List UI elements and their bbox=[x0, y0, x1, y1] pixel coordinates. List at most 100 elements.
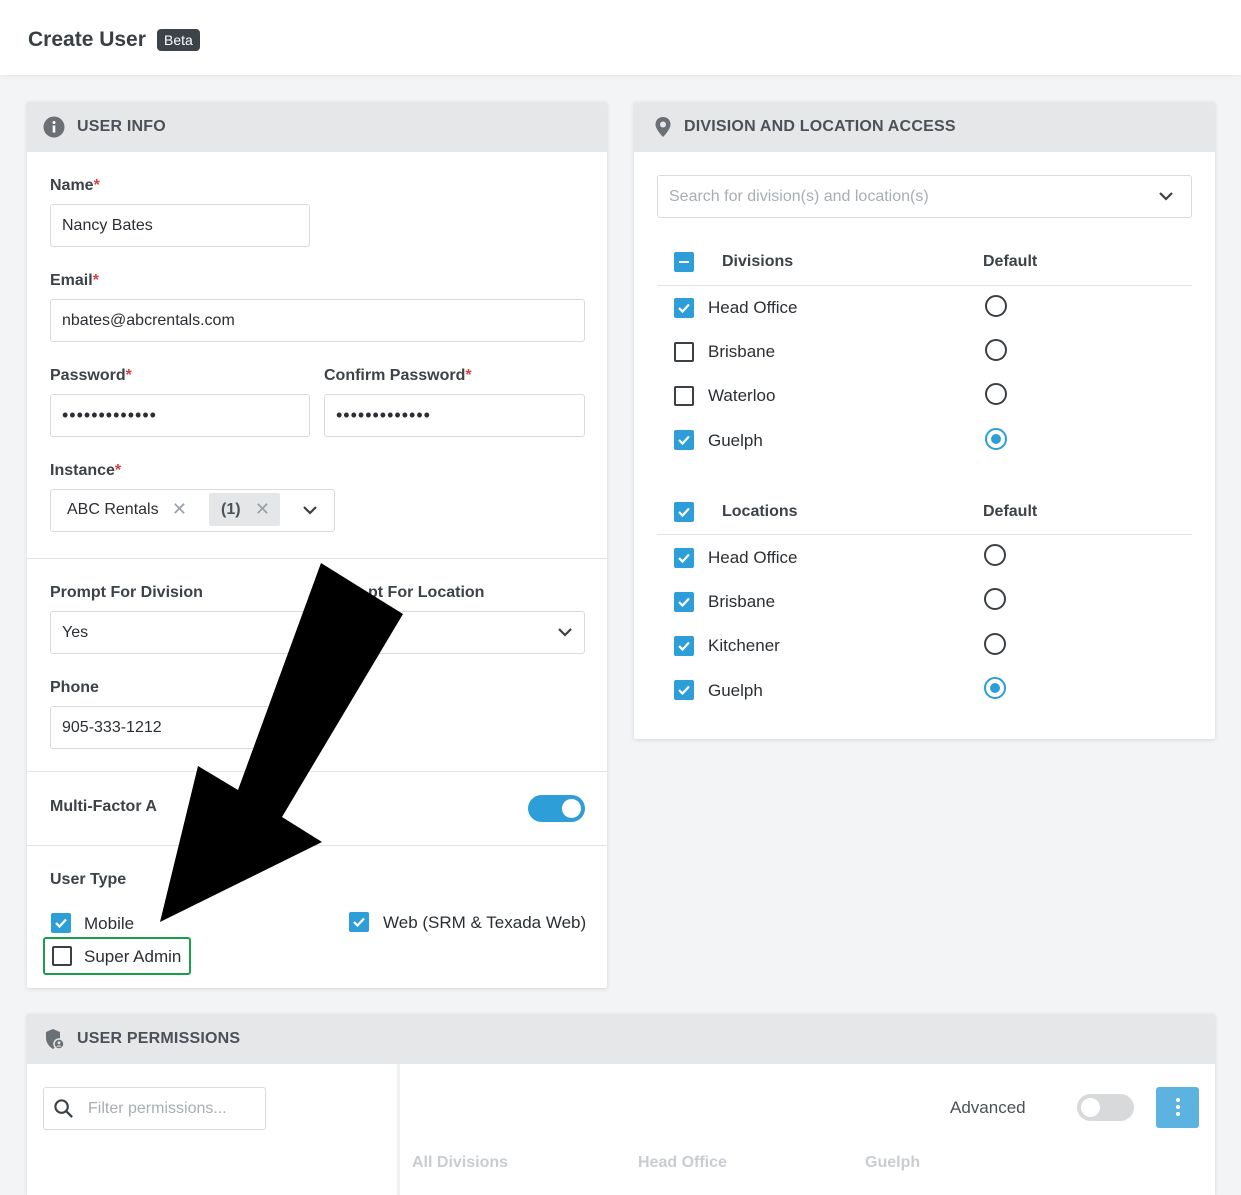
toggle-knob bbox=[562, 799, 581, 818]
email-label: Email* bbox=[50, 272, 99, 289]
web-label: Web (SRM & Texada Web) bbox=[383, 913, 587, 932]
location-checkbox-kitchener[interactable] bbox=[674, 636, 694, 656]
location-default-radio[interactable] bbox=[984, 588, 1006, 610]
divisions-header: Divisions bbox=[722, 253, 794, 270]
locations-select-all-checkbox[interactable] bbox=[674, 502, 694, 522]
check-icon bbox=[678, 685, 690, 696]
chevron-down-icon[interactable] bbox=[557, 627, 573, 637]
prompt-division-label: Prompt For Division bbox=[50, 584, 203, 601]
section-divider bbox=[27, 845, 607, 846]
division-name: Head Office bbox=[708, 298, 798, 317]
user-info-card: USER INFO Name* Nancy Bates Email* nbate… bbox=[27, 102, 607, 988]
check-icon bbox=[678, 435, 690, 446]
search-icon bbox=[54, 1099, 73, 1118]
permissions-title: USER PERMISSIONS bbox=[77, 1030, 241, 1047]
access-title: DIVISION AND LOCATION ACCESS bbox=[684, 118, 956, 135]
user-info-title: USER INFO bbox=[77, 118, 166, 135]
beta-badge: Beta bbox=[157, 29, 200, 51]
section-divider bbox=[27, 771, 607, 772]
location-name: Brisbane bbox=[708, 592, 776, 611]
check-icon bbox=[678, 597, 690, 608]
web-checkbox[interactable] bbox=[349, 912, 369, 932]
permissions-header: USER PERMISSIONS bbox=[27, 1014, 1215, 1064]
locations-default-header: Default bbox=[983, 503, 1038, 520]
instance-chip-abc-rentals: ABC Rentals ✕ bbox=[59, 493, 197, 526]
permissions-sidebar-divider bbox=[397, 1064, 400, 1195]
division-location-search[interactable]: Search for division(s) and location(s) bbox=[657, 175, 1192, 218]
super-admin-highlight bbox=[43, 937, 191, 975]
table-divider bbox=[657, 534, 1192, 535]
division-name: Waterloo bbox=[708, 386, 776, 405]
location-name: Guelph bbox=[708, 681, 763, 700]
division-default-radio[interactable] bbox=[985, 383, 1007, 405]
access-header: DIVISION AND LOCATION ACCESS bbox=[634, 102, 1215, 152]
check-icon bbox=[353, 917, 365, 928]
email-input[interactable]: nbates@abcrentals.com bbox=[50, 299, 585, 342]
remove-chip-icon[interactable]: ✕ bbox=[172, 493, 187, 526]
map-pin-icon bbox=[655, 117, 671, 137]
user-type-label: User Type bbox=[50, 871, 127, 888]
toggle-knob bbox=[1081, 1098, 1100, 1117]
division-name: Guelph bbox=[708, 431, 763, 450]
info-icon bbox=[43, 116, 65, 138]
prompt-location-label: pt For Location bbox=[368, 584, 485, 601]
division-default-radio[interactable] bbox=[985, 428, 1007, 450]
division-checkbox-head-office[interactable] bbox=[674, 298, 694, 318]
division-default-radio[interactable] bbox=[985, 295, 1007, 317]
filter-permissions-input[interactable]: Filter permissions... bbox=[43, 1087, 266, 1130]
division-name: Brisbane bbox=[708, 342, 776, 361]
chevron-down-icon[interactable] bbox=[1158, 191, 1174, 201]
location-checkbox-guelph[interactable] bbox=[674, 680, 694, 700]
instance-chip-count: (1) ✕ bbox=[209, 493, 280, 526]
check-icon bbox=[55, 918, 67, 929]
location-default-radio[interactable] bbox=[984, 544, 1006, 566]
division-default-radio[interactable] bbox=[985, 339, 1007, 361]
location-name: Kitchener bbox=[708, 636, 780, 655]
mfa-toggle[interactable] bbox=[528, 795, 585, 822]
access-card: DIVISION AND LOCATION ACCESS Search for … bbox=[634, 102, 1215, 739]
mobile-checkbox[interactable] bbox=[51, 913, 71, 933]
name-label: Name* bbox=[50, 177, 100, 194]
location-name: Head Office bbox=[708, 548, 798, 567]
password-input[interactable]: ••••••••••••• bbox=[50, 394, 310, 437]
more-options-button[interactable] bbox=[1156, 1087, 1199, 1128]
location-default-radio[interactable] bbox=[984, 677, 1006, 699]
permissions-card: USER PERMISSIONS Filter permissions... A… bbox=[27, 1014, 1215, 1195]
division-checkbox-guelph[interactable] bbox=[674, 430, 694, 450]
location-default-radio[interactable] bbox=[984, 633, 1006, 655]
phone-label: Phone bbox=[50, 679, 99, 696]
check-icon bbox=[678, 641, 690, 652]
section-divider bbox=[27, 558, 607, 559]
check-icon bbox=[678, 303, 690, 314]
instance-label: Instance* bbox=[50, 462, 122, 479]
advanced-toggle[interactable] bbox=[1077, 1094, 1134, 1121]
password-label: Password* bbox=[50, 367, 132, 384]
phone-input[interactable]: 905-333-1212 bbox=[50, 706, 310, 749]
divisions-select-all-checkbox[interactable] bbox=[674, 252, 694, 272]
column-header: Guelph bbox=[865, 1154, 921, 1171]
name-input[interactable]: Nancy Bates bbox=[50, 204, 310, 247]
check-icon bbox=[678, 507, 690, 518]
top-bar: Create User Beta bbox=[0, 0, 1241, 75]
advanced-label: Advanced bbox=[950, 1098, 1026, 1117]
remove-chip-icon[interactable]: ✕ bbox=[255, 493, 270, 526]
division-checkbox-brisbane[interactable] bbox=[674, 342, 694, 362]
divisions-default-header: Default bbox=[983, 253, 1038, 270]
more-vertical-icon bbox=[1176, 1098, 1180, 1102]
prompt-division-select[interactable]: Yes bbox=[50, 611, 585, 654]
page-title: Create User bbox=[28, 28, 146, 51]
confirm-password-input[interactable]: ••••••••••••• bbox=[324, 394, 585, 437]
shield-user-icon bbox=[46, 1029, 65, 1050]
location-checkbox-brisbane[interactable] bbox=[674, 592, 694, 612]
check-icon bbox=[678, 553, 690, 564]
division-checkbox-waterloo[interactable] bbox=[674, 386, 694, 406]
user-info-header: USER INFO bbox=[27, 102, 607, 152]
table-divider bbox=[657, 285, 1192, 286]
column-header: All Divisions bbox=[412, 1154, 509, 1171]
location-checkbox-head-office[interactable] bbox=[674, 548, 694, 568]
confirm-password-label: Confirm Password* bbox=[324, 367, 472, 384]
locations-header: Locations bbox=[722, 503, 798, 520]
mobile-label: Mobile bbox=[84, 914, 135, 933]
chevron-down-icon[interactable] bbox=[302, 505, 318, 515]
mfa-label: Multi-Factor A bbox=[50, 798, 157, 815]
